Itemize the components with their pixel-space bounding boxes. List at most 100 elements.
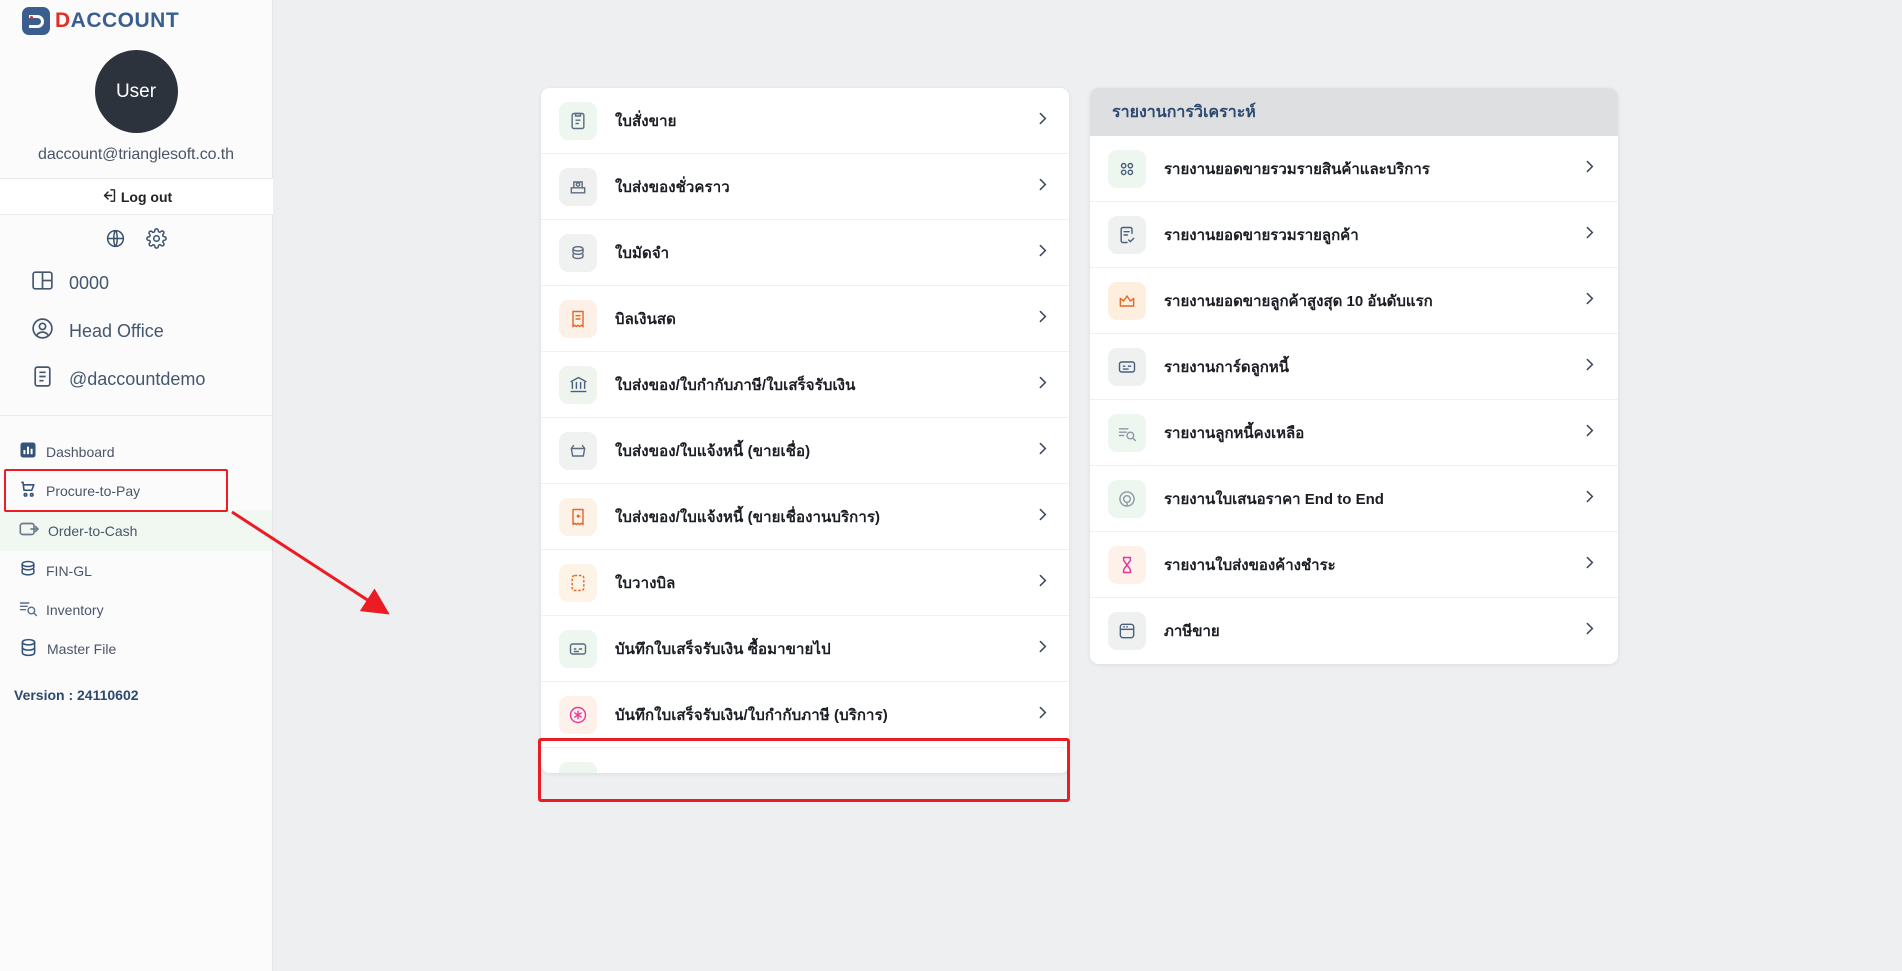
dashboard-icon [18,440,38,463]
document-row-delivery-tax-receipt[interactable]: ใบส่งของ/ใบกำกับภาษี/ใบเสร็จรับเงิน [541,352,1069,418]
document-row-label: ใบส่งของ/ใบแจ้งหนี้ (ขายเชื่อ) [615,442,811,460]
documents-panel: ใบสั่งขาย ใบส่งของชั่วคราว ใบมัดจำ บิลเง… [541,88,1069,773]
chevron-right-icon[interactable] [1034,374,1051,396]
sidebar-item-order-to-cash[interactable]: Order-to-Cash [0,510,272,551]
bank-icon [559,365,597,404]
reports-panel: รายงานการวิเคราะห์ รายงานยอดขายรวมรายสิน… [1090,88,1618,664]
chevron-right-icon[interactable] [1034,704,1051,726]
chevron-right-icon[interactable] [1034,176,1051,198]
chevron-right-icon[interactable] [1581,290,1598,312]
chevron-right-icon[interactable] [1581,422,1598,444]
app-root: DACCOUNT User daccount@trianglesoft.co.t… [0,0,1902,971]
avatar[interactable]: User [94,50,178,133]
chevron-right-icon[interactable] [1034,440,1051,462]
coins-stack-icon [559,233,597,272]
user-email: daccount@trianglesoft.co.th [38,146,234,163]
delivery-temp-icon [559,167,597,206]
coins-icon [18,559,38,582]
sidebar-meta-list: 0000 Head Office @daccountdemo [0,257,272,413]
sidebar-item-procure-to-pay[interactable]: Procure-to-Pay [0,471,272,510]
logout-button[interactable]: Log out [0,178,273,215]
sidebar-item-procure-to-pay-label: Procure-to-Pay [46,482,141,499]
report-row-total-sales-by-customer[interactable]: รายงานยอดขายรวมรายลูกค้า [1090,202,1618,268]
user-block: User daccount@trianglesoft.co.th [0,42,272,164]
report-row-label: รายงานใบเสนอราคา End to End [1164,490,1384,508]
document-row-delivery-invoice-service[interactable]: ใบส่งของ/ใบแจ้งหนี้ (ขายเชื่องานบริการ) [541,484,1069,550]
layout-icon [30,268,55,298]
document-row-billing-note[interactable]: ใบวางบิล [541,550,1069,616]
report-row-unpaid-delivery-notes[interactable]: รายงานใบส่งของค้างชำระ [1090,532,1618,598]
sidebar: DACCOUNT User daccount@trianglesoft.co.t… [0,0,273,971]
card-icon [1108,347,1146,386]
globe-icon[interactable] [105,228,126,249]
chevron-right-icon[interactable] [1034,572,1051,594]
document-row-temporary-delivery[interactable]: ใบส่งของชั่วคราว [541,154,1069,220]
chevron-right-icon[interactable] [1034,308,1051,330]
logout-icon [101,187,118,207]
document-row-sales-order[interactable]: ใบสั่งขาย [541,88,1069,154]
report-row-label: รายงานการ์ดลูกหนี้ [1164,358,1289,376]
report-row-quotation-end-to-end[interactable]: รายงานใบเสนอราคา End to End [1090,466,1618,532]
tax-icon [1108,612,1146,650]
crown-icon [1108,281,1146,320]
brand-logo[interactable]: DACCOUNT [0,0,272,42]
chevron-right-icon[interactable] [1581,158,1598,180]
sidebar-item-master-file[interactable]: Master File [0,629,272,669]
report-row-receivable-card[interactable]: รายงานการ์ดลูกหนี้ [1090,334,1618,400]
asterisk-circle-icon [559,695,597,734]
document-row-receipt-tax-service[interactable]: บันทึกใบเสร็จรับเงิน/ใบกำกับภาษี (บริการ… [541,682,1069,748]
card-icon [559,629,597,668]
report-row-sales-tax[interactable]: ภาษีขาย [1090,598,1618,664]
document-row-label: ใบส่งของชั่วคราว [615,178,730,196]
document-row-label: ใบส่งของ/ใบแจ้งหนี้ (ขายเชื่องานบริการ) [615,508,881,526]
sidebar-meta-office[interactable]: Head Office [0,307,272,355]
return-note-icon [559,497,597,536]
document-row-cash-bill[interactable]: บิลเงินสด [541,286,1069,352]
sidebar-item-dashboard-label: Dashboard [46,443,115,460]
document-row-receipt-trading[interactable]: บันทึกใบเสร็จรับเงิน ซื้อมาขายไป [541,616,1069,682]
sidebar-item-inventory[interactable]: Inventory [0,590,272,629]
receipt-icon [559,299,597,338]
chevron-right-icon[interactable] [1034,638,1051,660]
sidebar-item-inventory-label: Inventory [46,601,104,618]
database-icon [18,637,39,661]
list-search-icon [1108,413,1146,452]
daccount-logo-icon [22,7,50,35]
report-row-label: รายงานยอดขายรวมรายลูกค้า [1164,226,1359,244]
billing-note-icon [559,563,597,602]
sidebar-item-fin-gl[interactable]: FIN-GL [0,551,272,590]
sidebar-meta-account[interactable]: @daccountdemo [0,355,272,403]
report-row-total-sales-by-product[interactable]: รายงานยอดขายรวมรายสินค้าและบริการ [1090,136,1618,202]
chevron-right-icon[interactable] [1034,110,1051,132]
document-row-label: บันทึกใบเสร็จรับเงิน/ใบกำกับภาษี (บริการ… [615,706,888,724]
chevron-right-icon[interactable] [1581,224,1598,246]
basket-icon [559,431,597,470]
document-row-label: บิลเงินสด [615,310,677,328]
document-row-partial-next[interactable] [541,748,1069,773]
document-row-label: บันทึกใบเสร็จรับเงิน ซื้อมาขายไป [615,640,831,658]
document-row-label: ใบส่งของ/ใบกำกับภาษี/ใบเสร็จรับเงิน [615,376,856,394]
document-row-delivery-invoice-credit[interactable]: ใบส่งของ/ใบแจ้งหนี้ (ขายเชื่อ) [541,418,1069,484]
chevron-right-icon[interactable] [1581,554,1598,576]
sidebar-item-dashboard[interactable]: Dashboard [0,432,272,471]
clipboard-icon [559,101,597,140]
gear-icon[interactable] [146,228,167,249]
document-row-label: ใบวางบิล [615,574,676,592]
brand-wordmark-a: D [55,9,71,32]
sidebar-nav: Dashboard Procure-to-Pay Order-to-Cash F… [0,416,272,669]
chevron-right-icon[interactable] [1581,488,1598,510]
sidebar-meta-office-label: Head Office [69,320,164,341]
report-row-label: รายงานยอดขายรวมรายสินค้าและบริการ [1164,160,1430,178]
chevron-right-icon[interactable] [1034,506,1051,528]
sidebar-item-master-file-label: Master File [47,641,117,657]
version-label: Version : 24110602 [14,687,139,703]
chevron-right-icon[interactable] [1034,242,1051,264]
sidebar-item-order-to-cash-label: Order-to-Cash [48,522,138,539]
document-row-deposit[interactable]: ใบมัดจำ [541,220,1069,286]
chevron-right-icon[interactable] [1581,620,1598,642]
report-row-top-10-customers[interactable]: รายงานยอดขายลูกค้าสูงสุด 10 อันดับแรก [1090,268,1618,334]
sidebar-meta-branch[interactable]: 0000 [0,259,272,307]
document-row-label: ใบมัดจำ [615,244,670,262]
chevron-right-icon[interactable] [1581,356,1598,378]
report-row-outstanding-receivables[interactable]: รายงานลูกหนี้คงเหลือ [1090,400,1618,466]
